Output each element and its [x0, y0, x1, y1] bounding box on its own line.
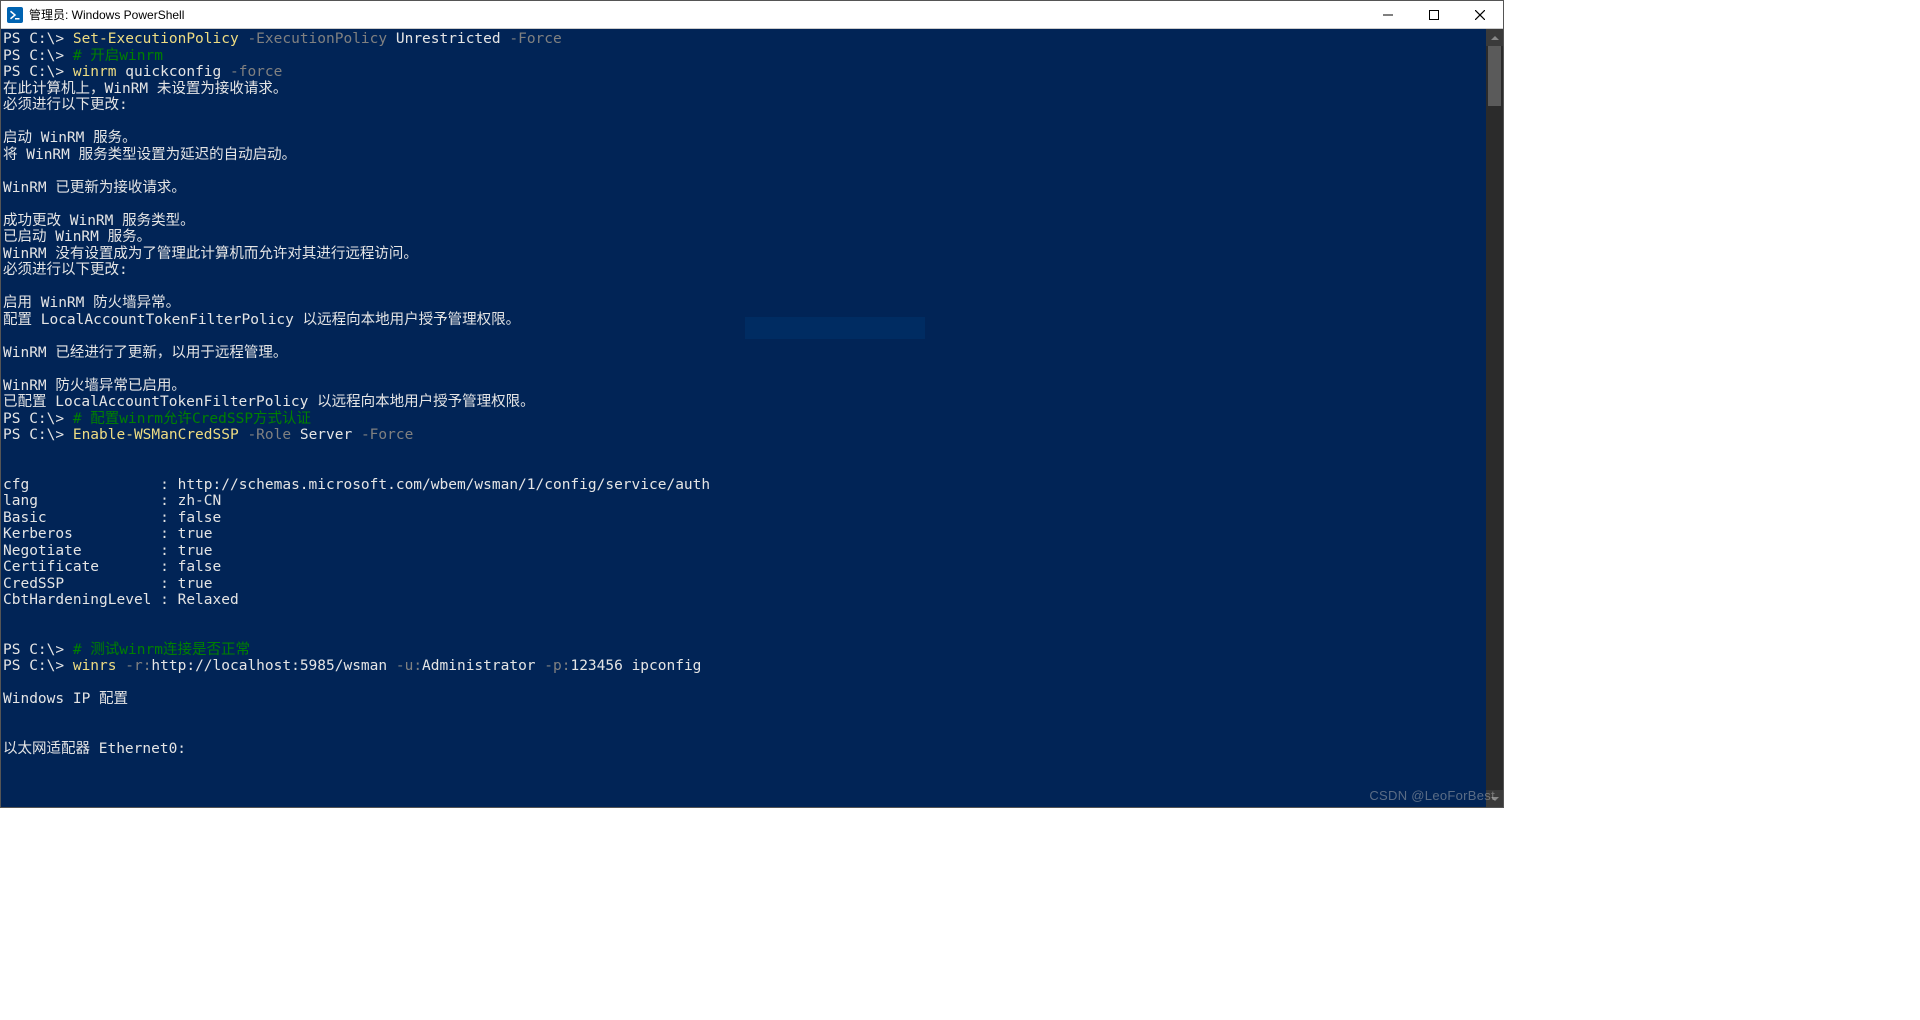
param: -Role — [239, 427, 291, 443]
output: 已启动 WinRM 服务。 — [3, 229, 151, 245]
param: -u: — [387, 658, 422, 674]
cmd: winrs — [73, 658, 117, 674]
prompt: PS C:\> — [3, 658, 73, 674]
terminal-wrap: PS C:\> Set-ExecutionPolicy -ExecutionPo… — [1, 29, 1503, 807]
output: CredSSP : true — [3, 576, 213, 592]
output: WinRM 已经进行了更新，以用于远程管理。 — [3, 345, 287, 361]
param: -p: — [536, 658, 571, 674]
output: 在此计算机上，WinRM 未设置为接收请求。 — [3, 81, 287, 97]
output: CbtHardeningLevel : Relaxed — [3, 592, 239, 608]
prompt: PS C:\> — [3, 48, 73, 64]
output: cfg : http://schemas.microsoft.com/wbem/… — [3, 477, 710, 493]
output: Certificate : false — [3, 559, 221, 575]
output: 启动 WinRM 服务。 — [3, 130, 137, 146]
val: Unrestricted — [387, 31, 501, 47]
param: -Force — [352, 427, 413, 443]
comment: # 开启winrm — [73, 48, 163, 64]
minimize-button[interactable] — [1365, 1, 1411, 28]
scroll-track[interactable] — [1486, 46, 1503, 790]
cmd: Set-ExecutionPolicy — [73, 31, 239, 47]
output: Negotiate : true — [3, 543, 213, 559]
comment: # 配置winrm允许CredSSP方式认证 — [73, 411, 311, 427]
window-title: 管理员: Windows PowerShell — [29, 6, 1365, 23]
output: 已配置 LocalAccountTokenFilterPolicy 以远程向本地… — [3, 394, 535, 410]
output: Basic : false — [3, 510, 221, 526]
scroll-up-button[interactable] — [1486, 29, 1503, 46]
param: -Force — [501, 31, 562, 47]
close-button[interactable] — [1457, 1, 1503, 28]
powershell-window: 管理员: Windows PowerShell PS C:\> Set-Exec… — [0, 0, 1504, 808]
output: WinRM 防火墙异常已启用。 — [3, 378, 186, 394]
output: 必须进行以下更改: — [3, 97, 128, 113]
output: WinRM 已更新为接收请求。 — [3, 180, 186, 196]
val: Administrator — [422, 658, 536, 674]
scroll-thumb[interactable] — [1488, 46, 1501, 106]
val: http://localhost:5985/wsman — [151, 658, 387, 674]
output: 以太网适配器 Ethernet0: — [3, 741, 186, 757]
output: 启用 WinRM 防火墙异常。 — [3, 295, 180, 311]
output: 将 WinRM 服务类型设置为延迟的自动启动。 — [3, 147, 296, 163]
output: 配置 LocalAccountTokenFilterPolicy 以远程向本地用… — [3, 312, 520, 328]
prompt: PS C:\> — [3, 64, 73, 80]
param: -force — [221, 64, 282, 80]
maximize-button[interactable] — [1411, 1, 1457, 28]
param: -ExecutionPolicy — [239, 31, 387, 47]
prompt: PS C:\> — [3, 642, 73, 658]
powershell-icon — [7, 7, 23, 23]
arg: quickconfig — [117, 64, 222, 80]
param: -r: — [117, 658, 152, 674]
output: 必须进行以下更改: — [3, 262, 128, 278]
prompt: PS C:\> — [3, 427, 73, 443]
prompt: PS C:\> — [3, 411, 73, 427]
cmd: winrm — [73, 64, 117, 80]
output: Kerberos : true — [3, 526, 213, 542]
terminal-output[interactable]: PS C:\> Set-ExecutionPolicy -ExecutionPo… — [1, 29, 1486, 807]
val: 123456 ipconfig — [570, 658, 701, 674]
output: Windows IP 配置 — [3, 691, 128, 707]
output: WinRM 没有设置成为了管理此计算机而允许对其进行远程访问。 — [3, 246, 418, 262]
prompt: PS C:\> — [3, 31, 73, 47]
val: Server — [291, 427, 352, 443]
output: lang : zh-CN — [3, 493, 221, 509]
output: 成功更改 WinRM 服务类型。 — [3, 213, 195, 229]
cmd: Enable-WSManCredSSP — [73, 427, 239, 443]
vertical-scrollbar[interactable] — [1486, 29, 1503, 807]
csdn-watermark-box — [745, 317, 925, 339]
comment: # 测试winrm连接是否正常 — [73, 642, 250, 658]
titlebar[interactable]: 管理员: Windows PowerShell — [1, 1, 1503, 29]
csdn-watermark: CSDN @LeoForBest — [1369, 788, 1495, 803]
window-controls — [1365, 1, 1503, 28]
